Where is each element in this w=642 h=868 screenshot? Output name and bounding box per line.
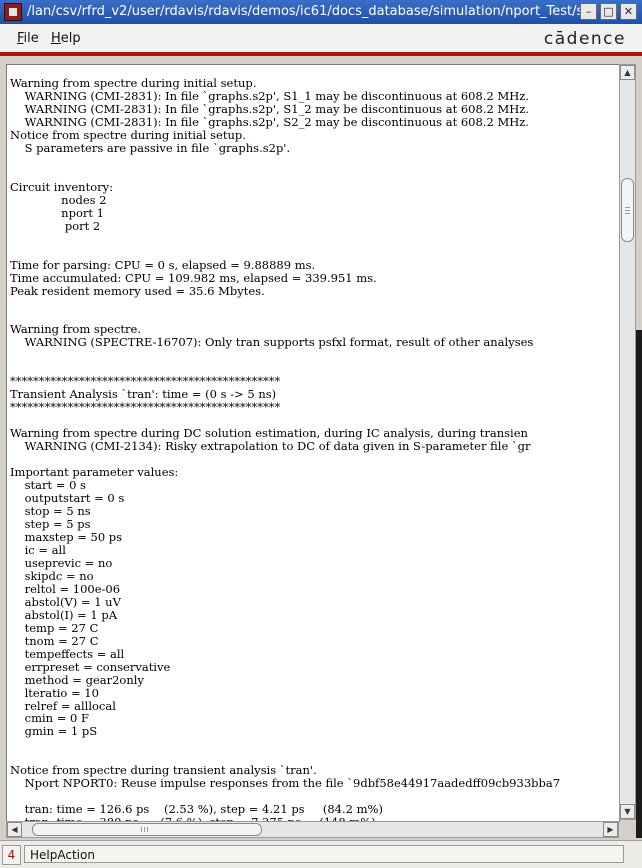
log-line: abstol(V) = 1 uV [10, 594, 121, 609]
vertical-scroll-thumb[interactable] [621, 178, 634, 242]
log-line: ****************************************… [10, 400, 281, 415]
horizontal-scroll-thumb[interactable] [32, 823, 262, 836]
menu-file[interactable]: File [17, 31, 39, 46]
log-line: stop = 5 ns [10, 503, 91, 518]
thumb-grip-icon [141, 827, 149, 832]
title-bar: /lan/csv/rfrd_v2/user/rdavis/rdavis/demo… [0, 0, 642, 24]
log-line: WARNING (CMI-2831): In file `graphs.s2p'… [10, 114, 529, 129]
log-line: method = gear2only [10, 672, 144, 687]
window-menu-icon[interactable] [4, 3, 22, 21]
log-line: WARNING (CMI-2831): In file `graphs.s2p'… [10, 101, 529, 116]
log-line: WARNING (CMI-2831): In file `graphs.s2p'… [10, 88, 529, 103]
scroll-left-arrow-icon[interactable]: ◀ [7, 822, 22, 837]
log-line: Notice from spectre during initial setup… [10, 127, 246, 142]
log-line: WARNING (CMI-2134): Risky extrapolation … [10, 439, 531, 454]
log-line: tempeffects = all [10, 646, 125, 661]
minimize-button[interactable]: – [580, 3, 597, 20]
log-line: nodes 2 [10, 192, 107, 207]
scroll-down-arrow-icon[interactable]: ▼ [620, 804, 635, 819]
status-message: HelpAction [24, 845, 624, 863]
log-line: WARNING (SPECTRE-16707): Only tran suppo… [10, 335, 534, 350]
log-line: Nport NPORT0: Reuse impulse responses fr… [10, 776, 561, 791]
scroll-right-arrow-icon[interactable]: ▶ [603, 822, 618, 837]
log-line: skipdc = no [10, 568, 94, 583]
vertical-scrollbar[interactable]: ▲ ▼ [619, 64, 636, 820]
log-line: Circuit inventory: [10, 179, 113, 194]
log-text: Warning from spectre during initial setu… [10, 77, 561, 821]
log-line: errpreset = conservative [10, 659, 171, 674]
log-line: temp = 27 C [10, 620, 99, 635]
window-title: /lan/csv/rfrd_v2/user/rdavis/rdavis/demo… [27, 4, 592, 19]
status-bar: 4 HelpAction [0, 840, 642, 868]
horizontal-scrollbar[interactable]: ◀ ▶ [6, 821, 619, 838]
menu-bar: File Help cādence [0, 24, 642, 52]
cadence-logo: cādence [543, 29, 626, 49]
log-line: Peak resident memory used = 35.6 Mbytes. [10, 283, 265, 298]
log-line: reltol = 100e-06 [10, 581, 121, 596]
log-line: step = 5 ps [10, 516, 91, 531]
log-line: tnom = 27 C [10, 633, 99, 648]
thumb-grip-icon [625, 207, 630, 214]
log-line: lteratio = 10 [10, 685, 99, 700]
log-line: useprevic = no [10, 555, 113, 570]
log-line: maxstep = 50 ps [10, 529, 123, 544]
log-line: Time accumulated: CPU = 109.982 ms, elap… [10, 270, 377, 285]
log-line: nport 1 [10, 205, 104, 220]
log-line: abstol(I) = 1 pA [10, 607, 118, 622]
log-line: port 2 [10, 218, 101, 233]
menu-help[interactable]: Help [51, 31, 81, 46]
log-line: ic = all [10, 542, 66, 557]
maximize-button[interactable]: □ [600, 3, 617, 20]
log-viewer[interactable]: Warning from spectre during initial setu… [6, 64, 620, 822]
status-number: 4 [2, 845, 21, 865]
menu-help-mnemonic: H [51, 31, 61, 46]
log-line: relref = alllocal [10, 698, 116, 713]
log-line: Time for parsing: CPU = 0 s, elapsed = 9… [10, 257, 316, 272]
menu-file-label: ile [23, 31, 39, 46]
log-line: outputstart = 0 s [10, 491, 125, 505]
close-button[interactable]: ✕ [620, 3, 637, 20]
log-line: gmin = 1 pS [10, 724, 98, 739]
log-line: Important parameter values: [10, 465, 179, 480]
menu-help-label: elp [60, 31, 81, 46]
window-edge [636, 330, 642, 838]
scroll-up-arrow-icon[interactable]: ▲ [620, 65, 635, 80]
log-line: S parameters are passive in file `graphs… [10, 140, 291, 155]
